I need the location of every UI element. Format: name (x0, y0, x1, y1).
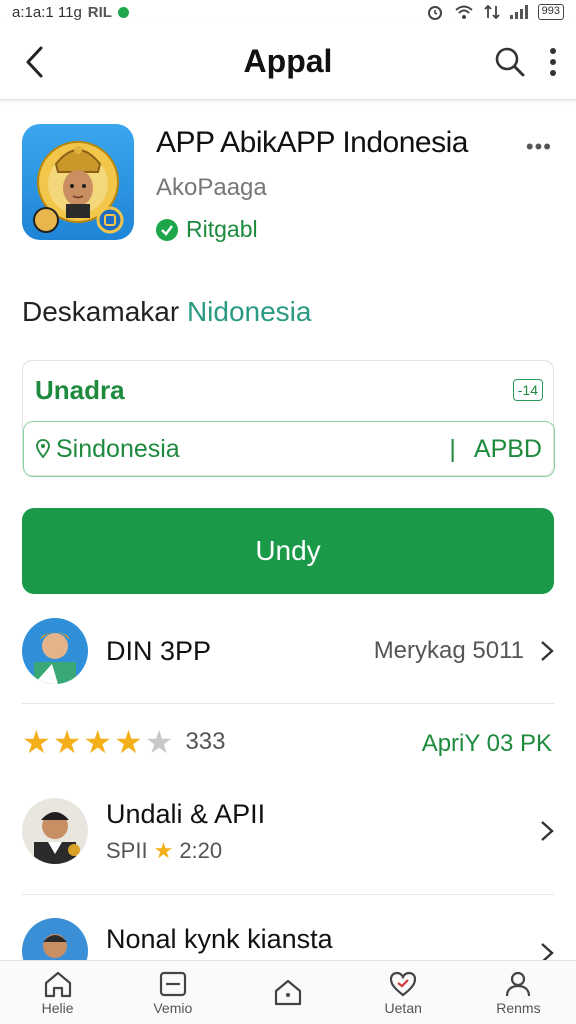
nav-item-library[interactable]: Vemio (115, 961, 230, 1024)
install-button[interactable]: Undy (22, 508, 554, 594)
chevron-right-icon (541, 821, 554, 841)
battery-icon: 993 (537, 4, 564, 20)
card-badge[interactable]: -14 (512, 379, 543, 401)
back-button[interactable] (0, 24, 70, 100)
location-pin-icon (36, 439, 50, 459)
heart-icon (390, 971, 417, 996)
avatar (22, 618, 88, 684)
status-bar: a:1a:1 11g RIL 993 (0, 0, 576, 24)
app-icon[interactable] (22, 124, 134, 240)
status-time: a:1a:1 11g (12, 3, 82, 21)
list-item[interactable]: Undali & APII SPII ★ 2:20 (22, 796, 554, 866)
app-logo-illustration (33, 141, 124, 234)
avatar (22, 798, 88, 864)
wifi-icon (454, 5, 473, 19)
rating-label[interactable]: ApriY 03 PK (422, 730, 552, 758)
review-author: Nonal kynk kiansta (106, 924, 333, 954)
app-name: APP AbikAPP Indonesia (156, 126, 468, 159)
review-author: Undali & APII (106, 798, 266, 829)
nav-item-profile[interactable]: Renms (461, 961, 576, 1024)
home-icon (44, 971, 71, 997)
search-icon[interactable] (494, 46, 526, 78)
back-arrow-icon (26, 46, 43, 77)
more-horiz-icon[interactable]: ••• (526, 134, 552, 160)
profile-icon (506, 971, 531, 996)
star-filled-icon: ★ (22, 724, 51, 760)
review-meta-prefix: SPII (106, 837, 148, 863)
section-heading-prefix: Deskamakar (22, 296, 180, 327)
chevron-right-icon (541, 641, 554, 661)
data-icon (484, 4, 500, 20)
nav-label: Vemio (153, 999, 193, 1016)
star-empty-icon: ★ (144, 724, 174, 760)
star-filled-icon: ★ (52, 724, 82, 760)
review-meta: SPII ★ 2:20 (106, 838, 265, 864)
region-name: Sindonesia (56, 434, 180, 463)
house-icon (274, 979, 302, 1005)
publisher-name: DIN 3PP (106, 635, 212, 666)
signal-icon (509, 5, 528, 19)
region-card: Unadra -14 Sindonesia | APBD (22, 360, 555, 477)
check-circle-icon (156, 218, 178, 241)
rating-stars: ★ ★ ★ ★ ★ 333 (22, 726, 225, 758)
region-separator: | (449, 434, 456, 463)
rating-count: 333 (185, 728, 226, 755)
status-carrier: RIL (87, 3, 112, 21)
nav-label: Uetan (384, 999, 422, 1016)
publisher-row[interactable]: DIN 3PP Merykag 5011 (22, 618, 554, 684)
star-filled-icon: ★ (83, 724, 113, 760)
nav-item-favorites[interactable]: Uetan (346, 961, 461, 1024)
star-filled-icon: ★ (114, 724, 143, 760)
verified-badge: Ritgabl (156, 216, 258, 243)
app-store-page: a:1a:1 11g RIL 993 Appal APP AbikAPP Ind… (0, 0, 576, 1024)
nav-item-house[interactable] (230, 961, 345, 1024)
card-title: Unadra (35, 375, 125, 405)
app-developer[interactable]: AkoPaaga (156, 174, 267, 202)
section-heading: Deskamakar Nidonesia (22, 296, 311, 328)
app-header: APP AbikAPP Indonesia AkoPaaga Ritgabl •… (22, 124, 554, 244)
nav-label: Helie (41, 999, 74, 1016)
page-title: Appal (243, 43, 333, 79)
nav-label: Renms (496, 999, 541, 1016)
publisher-meta: Merykag 5011 (373, 637, 524, 664)
alarm-icon (427, 6, 442, 20)
divider (22, 703, 554, 704)
bottom-navigation: Helie Vemio Uetan Renms (0, 960, 576, 1024)
notification-dot-icon (117, 6, 129, 18)
star-small-icon: ★ (153, 837, 174, 863)
region-selector[interactable]: Sindonesia | APBD (23, 421, 555, 477)
divider (22, 894, 554, 895)
library-icon (159, 971, 186, 996)
verified-label: Ritgabl (186, 216, 258, 242)
app-bar: Appal (0, 24, 576, 100)
more-vert-icon[interactable] (548, 46, 558, 78)
region-code: APBD (473, 434, 542, 463)
section-heading-accent: Nidonesia (186, 296, 312, 327)
nav-item-home[interactable]: Helie (0, 961, 115, 1024)
review-meta-value: 2:20 (179, 837, 223, 863)
